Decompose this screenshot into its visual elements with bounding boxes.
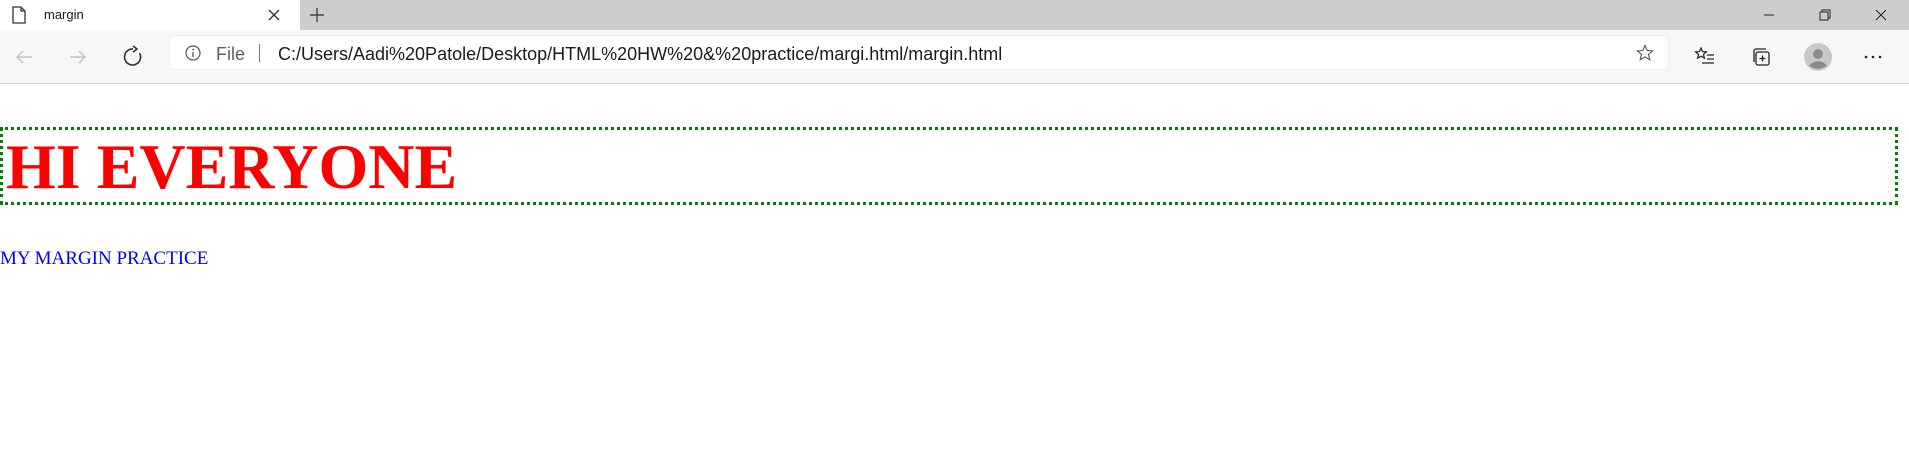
tab-strip: margin <box>0 0 1909 30</box>
minimize-button[interactable] <box>1741 0 1797 30</box>
minimize-icon <box>1764 14 1774 16</box>
browser-tab[interactable]: margin <box>0 0 300 30</box>
browser-toolbar: File C:/Users/Aadi%20Patole/Desktop/HTML… <box>0 30 1909 84</box>
tab-title: margin <box>44 7 84 22</box>
window-close-icon <box>1875 9 1887 21</box>
address-bar[interactable]: File C:/Users/Aadi%20Patole/Desktop/HTML… <box>170 36 1668 69</box>
more-dots-icon[interactable] <box>1861 45 1885 69</box>
star-icon[interactable] <box>1636 44 1654 62</box>
forward-arrow-icon[interactable] <box>66 45 90 69</box>
url-text[interactable]: C:/Users/Aadi%20Patole/Desktop/HTML%20HW… <box>278 44 1002 65</box>
tab-close-icon[interactable] <box>268 9 280 21</box>
page-heading: HI EVERYONE <box>6 131 458 202</box>
scheme-label: File <box>216 44 246 64</box>
profile-avatar-icon[interactable] <box>1804 43 1832 71</box>
info-icon[interactable] <box>185 45 201 61</box>
page-paragraph: MY MARGIN PRACTICE <box>0 248 209 269</box>
refresh-icon[interactable] <box>121 45 145 69</box>
address-separator <box>259 44 260 62</box>
page-icon <box>12 6 26 24</box>
restore-button[interactable] <box>1797 0 1853 30</box>
new-tab-icon[interactable] <box>309 7 325 23</box>
favorites-list-icon[interactable] <box>1693 45 1717 69</box>
collections-icon[interactable] <box>1750 45 1774 69</box>
window-close-button[interactable] <box>1853 0 1909 30</box>
restore-icon <box>1819 9 1831 21</box>
page-viewport: HI EVERYONE MY MARGIN PRACTICE <box>0 85 1909 470</box>
heading-dotted-box: HI EVERYONE <box>0 127 1898 205</box>
back-arrow-icon[interactable] <box>12 45 36 69</box>
